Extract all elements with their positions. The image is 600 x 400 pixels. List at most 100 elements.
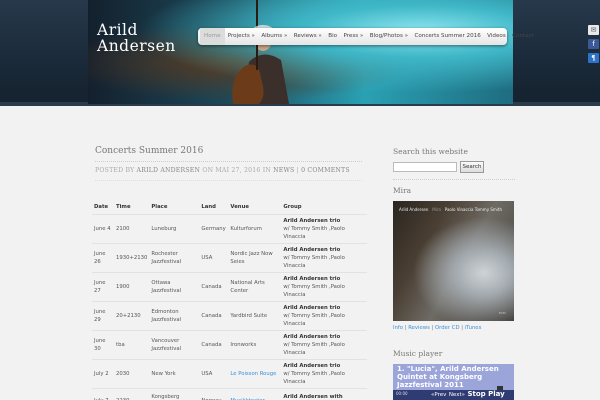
cell-time: 20+2130 — [114, 300, 150, 330]
player-play-button[interactable]: Play — [488, 390, 505, 398]
nav-albums[interactable]: Albums » — [258, 28, 290, 45]
concerts-table: Date Time Place Land Venue Group June 42… — [92, 200, 367, 400]
venue-text: Yardbird Suite — [230, 312, 268, 319]
cell-place: Luneburg — [149, 213, 200, 243]
main-nav: Home Projects » Albums » Reviews » Bio P… — [198, 28, 534, 45]
group-name: Arild Andersen trio — [283, 333, 341, 340]
nav-contact[interactable]: Contact — [509, 28, 537, 45]
cell-land: USA — [199, 358, 229, 388]
table-row: July 2 2030 New York USA Le Poisson Rouge Ari… — [92, 358, 367, 388]
facebook-icon[interactable]: f — [588, 39, 599, 49]
cell-place: New York — [149, 358, 200, 388]
site-logo[interactable]: Arild Andersen — [97, 22, 176, 54]
nav-projects[interactable]: Projects » — [225, 28, 259, 45]
search-input[interactable] — [393, 162, 457, 172]
table-row: June 26 1930+2130 Rochester Jazzfestival US… — [92, 242, 367, 272]
cell-date: June 30 — [92, 329, 114, 359]
album-cover-artist: Arild Andersen — [399, 207, 429, 212]
album-link-reviews[interactable]: Reviews — [408, 325, 430, 331]
category-link[interactable]: NEWS — [273, 167, 294, 174]
col-land: Land — [201, 203, 216, 210]
cell-land: USA — [199, 242, 229, 272]
cell-group: Arild Andersen trio w/ Tommy Smith ,Paolo… — [281, 271, 367, 301]
cell-time: 2100 — [114, 213, 150, 243]
cell-place: Ottawa Jazzfestival — [149, 271, 200, 301]
col-date: Date — [94, 203, 109, 210]
album-cover-label: ECM — [499, 311, 506, 315]
cell-time: 1930+2130 — [114, 242, 150, 272]
cell-date: June 26 — [92, 242, 114, 272]
comments-link[interactable]: 0 COMMENTS — [301, 167, 350, 174]
col-place: Place — [151, 203, 168, 210]
group-name: Arild Andersen with Denada — [283, 394, 343, 400]
cell-date: July 7 — [92, 387, 114, 400]
cell-land: Canada — [199, 300, 229, 330]
cell-place: Rochester Jazzfestival — [149, 242, 200, 272]
site-header: Arild Andersen Home Projects » Albums » … — [0, 0, 600, 106]
table-row: June 29 20+2130 Edmonton Jazzfestival Canad… — [92, 300, 367, 330]
album-links: Info | Reviews | Order CD | iTunes — [393, 325, 482, 331]
venue-text: Ironworks — [230, 341, 257, 348]
mail-icon[interactable]: ✉ — [588, 25, 599, 35]
cell-land: Canada — [199, 329, 229, 359]
player-time: 00:00 — [396, 391, 408, 396]
cell-group: Arild Andersen trio w/ Tommy Smith ,Paolo… — [281, 329, 367, 359]
divider — [393, 179, 515, 180]
nav-press[interactable]: Press » — [340, 28, 366, 45]
player-track-title: 1. "Lucia", Arild Andersen Quintet at Ko… — [397, 365, 499, 389]
cell-group: Arild Andersen trio w/ Tommy Smith ,Paolo… — [281, 213, 367, 243]
nav-concerts-summer-2016[interactable]: Concerts Summer 2016 — [411, 28, 484, 45]
album-cover-image[interactable]: Arild Andersen Mira Paolo Vinaccia Tommy… — [393, 201, 514, 321]
meta-date: ON MAI 27, 2016 IN — [200, 167, 274, 174]
cell-venue: Nordic Jazz Now Seies — [228, 242, 282, 272]
post-title: Concerts Summer 2016 — [95, 146, 204, 156]
group-members: w/ Tommy Smith ,Paolo Vinaccia — [283, 370, 345, 385]
cell-time: 1900 — [114, 271, 150, 301]
search-button[interactable]: Search — [460, 161, 484, 173]
divider — [95, 161, 362, 162]
cell-venue: Le Poisson Rouge — [228, 358, 282, 388]
album-link-order-cd[interactable]: Order CD — [435, 325, 460, 331]
cell-land: Norway — [199, 387, 229, 400]
venue-text: National Arts Center — [230, 279, 265, 294]
table-row: July 72230Kongsberg JazzfestivalNorwayMu… — [92, 387, 367, 400]
nav-home[interactable]: Home — [200, 28, 225, 45]
post-meta: POSTED BY ARILD ANDERSEN ON MAI 27, 2016… — [95, 167, 350, 174]
cell-time: 2030 — [114, 358, 150, 388]
group-members: w/ Tommy Smith ,Paolo Vinaccia — [283, 312, 345, 327]
player-prev-button[interactable]: «Prev — [431, 392, 446, 398]
nav-bio[interactable]: Bio — [325, 28, 340, 45]
nav-videos[interactable]: Videos — [484, 28, 509, 45]
table-row: June 4 2100 Luneburg Germany Kulturforum Aril… — [92, 213, 367, 243]
cell-venue: National Arts Center — [228, 271, 282, 301]
venue-text: Kulturforum — [230, 225, 262, 232]
music-player: 1. "Lucia", Arild Andersen Quintet at Ko… — [393, 364, 514, 400]
player-stop-button[interactable]: Stop — [467, 390, 485, 398]
player-control-bar: 00:00 «Prev Next» Stop Play — [393, 390, 514, 400]
col-group: Group — [283, 203, 302, 210]
album-link-info[interactable]: Info — [393, 325, 403, 331]
cell-group: Arild Andersen trio w/ Tommy Smith ,Paolo… — [281, 242, 367, 272]
player-next-button[interactable]: Next» — [449, 392, 465, 398]
album-link-itunes[interactable]: iTunes — [465, 325, 482, 331]
logo-line-1: Arild — [97, 21, 138, 39]
group-name: Arild Andersen trio — [283, 246, 341, 253]
table-row: June 30 tba Vancouver Jazzfestival Canada Ir… — [92, 329, 367, 359]
group-members: w/ Tommy Smith ,Paolo Vinaccia — [283, 254, 345, 269]
group-members: w/ Tommy Smith ,Paolo Vinaccia — [283, 283, 345, 298]
venue-link[interactable]: Le Poisson Rouge — [230, 371, 276, 377]
player-controls: «Prev Next» Stop Play — [431, 390, 505, 398]
album-cover-members: Paolo Vinaccia Tommy Smith — [444, 207, 502, 212]
foursquare-icon[interactable]: ¶ — [588, 53, 599, 63]
group-name: Arild Andersen trio — [283, 304, 341, 311]
cell-group: Arild Andersen with Denada — [281, 387, 367, 400]
author-link[interactable]: ARILD ANDERSEN — [137, 167, 201, 174]
nav-blog-photos[interactable]: Blog/Photos » — [367, 28, 412, 45]
group-name: Arild Andersen trio — [283, 217, 341, 224]
cell-date: June 4 — [92, 213, 114, 243]
group-name: Arild Andersen trio — [283, 362, 341, 369]
bassist-photo — [232, 0, 289, 104]
table-header-row: Date Time Place Land Venue Group — [92, 200, 367, 214]
nav-reviews[interactable]: Reviews » — [291, 28, 325, 45]
group-members: w/ Tommy Smith ,Paolo Vinaccia — [283, 225, 345, 240]
